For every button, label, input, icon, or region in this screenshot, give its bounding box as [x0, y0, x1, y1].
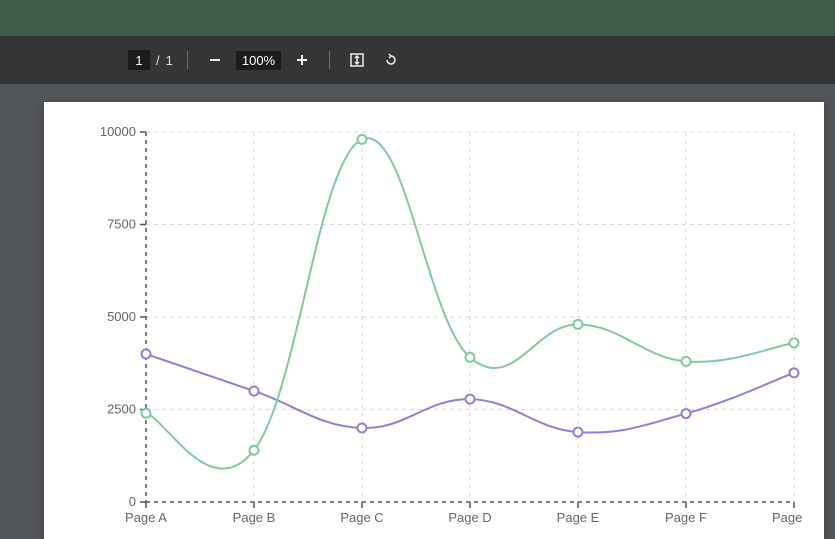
x-tick-label: Page G	[772, 510, 804, 525]
page-total: 1	[166, 53, 173, 68]
rotate-icon	[383, 52, 399, 68]
page-area[interactable]: 0 2500 5000 7500 10000 Page A Page B Page C Page…	[0, 84, 835, 539]
data-point	[574, 320, 583, 329]
data-point	[358, 424, 367, 433]
document-page: 0 2500 5000 7500 10000 Page A Page B Page C Page…	[44, 102, 824, 539]
pdf-viewer: / 1 100% 0 2500 5000 7500 10000 Page A Page B P…	[0, 36, 835, 539]
data-point	[682, 409, 691, 418]
page-sep: /	[156, 53, 160, 68]
minus-icon	[208, 53, 222, 67]
data-point	[250, 387, 259, 396]
data-point	[142, 409, 151, 418]
zoom-level[interactable]: 100%	[236, 51, 281, 70]
x-tick-label: Page C	[340, 510, 383, 525]
x-tick-label: Page E	[557, 510, 600, 525]
x-tick-label: Page D	[448, 510, 491, 525]
y-tick-label: 0	[129, 494, 136, 509]
plus-icon	[295, 53, 309, 67]
viewer-toolbar: / 1 100%	[0, 36, 835, 84]
y-tick-label: 2500	[107, 402, 136, 417]
rotate-button[interactable]	[378, 47, 404, 73]
fit-page-button[interactable]	[344, 47, 370, 73]
zoom-out-button[interactable]	[202, 47, 228, 73]
y-tick-label: 5000	[107, 309, 136, 324]
data-point	[790, 338, 799, 347]
data-point	[358, 135, 367, 144]
data-point	[682, 357, 691, 366]
x-tick-label: Page B	[233, 510, 276, 525]
y-tick-label: 10000	[100, 124, 136, 139]
divider	[329, 51, 330, 69]
divider	[187, 51, 188, 69]
y-tick-label: 7500	[107, 217, 136, 232]
page-number-input[interactable]	[128, 50, 150, 70]
x-tick-label: Page A	[125, 510, 167, 525]
line-chart: 0 2500 5000 7500 10000 Page A Page B Page C Page…	[84, 122, 804, 532]
data-point	[574, 428, 583, 437]
zoom-in-button[interactable]	[289, 47, 315, 73]
page-indicator: / 1	[128, 50, 173, 70]
data-point	[790, 368, 799, 377]
data-point	[142, 350, 151, 359]
fit-page-icon	[349, 52, 365, 68]
x-tick-label: Page F	[665, 510, 707, 525]
data-point	[466, 395, 475, 404]
data-point	[250, 446, 259, 455]
data-point	[466, 353, 475, 362]
